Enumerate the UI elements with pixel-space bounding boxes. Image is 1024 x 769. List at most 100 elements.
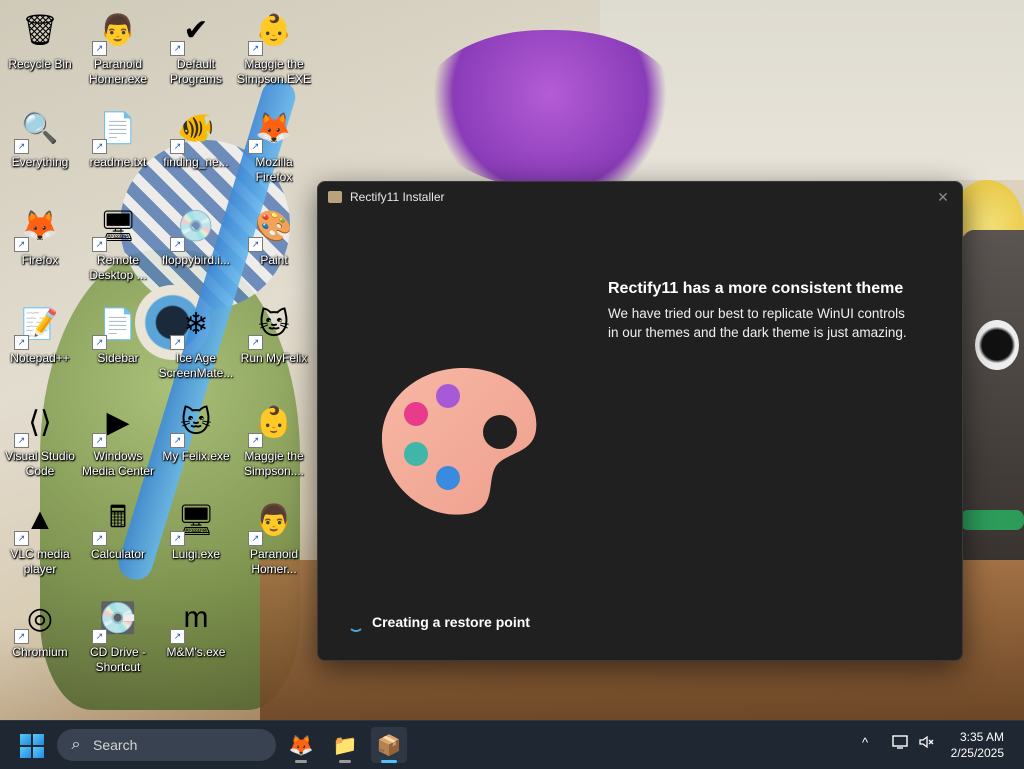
felix-cat-icon: 🐱 ↗ (248, 300, 298, 350)
desktop-icon-label: floppybird.i... (161, 253, 231, 267)
shortcut-arrow-icon: ↗ (170, 531, 185, 546)
search-placeholder: Search (93, 737, 138, 753)
progress-spinner-icon (348, 616, 364, 632)
start-button[interactable] (20, 734, 44, 758)
chevron-up-icon[interactable]: ^ (862, 735, 868, 750)
desktop-icon[interactable]: 👶 ↗ Maggie the Simpson.... (234, 398, 314, 479)
volume-muted-icon[interactable] (918, 734, 934, 753)
desktop-icon[interactable]: m ↗ M&M's.exe (156, 594, 236, 660)
default-programs-icon: ✔ ↗ (170, 6, 220, 56)
desktop-icon[interactable]: 👨 ↗ Paranoid Homer... (234, 496, 314, 577)
maggie-icon: 👶 ↗ (248, 6, 298, 56)
desktop-icon[interactable]: 🦊 ↗ Firefox (0, 202, 80, 268)
page-description: We have tried our best to replicate WinU… (608, 306, 907, 340)
shortcut-arrow-icon: ↗ (170, 629, 185, 644)
taskbar-clock[interactable]: 3:35 AM 2/25/2025 (951, 729, 1004, 761)
desktop-icon-label: Windows Media Center (81, 449, 155, 478)
desktop-icon-label: Ice Age ScreenMate... (158, 351, 234, 380)
notepad-plus-plus-icon: 📝 ↗ (14, 300, 64, 350)
desktop-icon-label: VLC media player (10, 547, 70, 576)
taskbar-firefox[interactable]: 🦊 (283, 727, 319, 763)
desktop-icon-label: M&M's.exe (166, 645, 226, 659)
firefox-icon: 🦊 (288, 734, 314, 757)
window-titlebar[interactable]: Rectify11 Installer (318, 182, 962, 212)
shortcut-arrow-icon: ↗ (92, 433, 107, 448)
desktop-icon[interactable]: 👶 ↗ Maggie the Simpson.EXE (234, 6, 314, 87)
mms-icon: m ↗ (170, 594, 220, 644)
desktop-icon-label: Notepad++ (10, 351, 70, 365)
shortcut-arrow-icon: ↗ (248, 531, 263, 546)
media-center-icon: ▶ ↗ (92, 398, 142, 448)
disc-image-icon: 💿 ↗ (170, 202, 220, 252)
paint-palette-icon (381, 368, 537, 515)
installer-window[interactable]: Rectify11 Installer ✕ Rectify11 has a mo… (317, 181, 963, 661)
desktop-icon-label: Maggie the Simpson.... (243, 449, 305, 478)
running-indicator (339, 760, 351, 763)
desktop-icon[interactable]: 📄 ↗ Sidebar (78, 300, 158, 366)
status-text: Creating a restore point (372, 614, 530, 630)
desktop-icon[interactable]: 🗑 Recycle Bin (0, 6, 80, 72)
desktop-icon[interactable]: ✔ ↗ Default Programs (156, 6, 236, 87)
wallpaper-raccoon-eye (975, 320, 1019, 370)
taskbar-search-box[interactable]: ⌕ Search (57, 729, 276, 761)
desktop-icon-label: Sidebar (97, 351, 139, 365)
shortcut-arrow-icon: ↗ (170, 41, 185, 56)
paint-icon: 🎨 ↗ (248, 202, 298, 252)
felix-cat-icon: 🐱 ↗ (170, 398, 220, 448)
desktop-icon[interactable]: ▶ ↗ Windows Media Center (78, 398, 158, 479)
desktop-icon-label: Luigi.exe (171, 547, 221, 561)
cd-drive-icon: 💽 ↗ (92, 594, 142, 644)
desktop-icon-label: CD Drive - Shortcut (90, 645, 146, 674)
desktop-icon[interactable]: 🐱 ↗ Run MyFelix (234, 300, 314, 366)
desktop-icon[interactable]: 🐠 ↗ finding_ne... (156, 104, 236, 170)
desktop-icon[interactable]: 👨 ↗ Paranoid Homer.exe (78, 6, 158, 87)
shortcut-arrow-icon: ↗ (170, 237, 185, 252)
desktop-icon[interactable]: 🔍 ↗ Everything (0, 104, 80, 170)
desktop-icon-label: Paint (260, 253, 288, 267)
desktop-icon[interactable]: 📄 ↗ readme.txt (78, 104, 158, 170)
desktop-icon[interactable]: 📝 ↗ Notepad++ (0, 300, 80, 366)
taskbar: ⌕ Search 🦊 📁 📦 ^ 3:35 AM 2/25/2025 (0, 720, 1024, 769)
desktop-icon[interactable]: ⟨⟩ ↗ Visual Studio Code (0, 398, 80, 479)
desktop-icon[interactable]: 🖥 ↗ Remote Desktop ... (78, 202, 158, 283)
desktop-icon-label: Everything (11, 155, 69, 169)
network-icon[interactable] (892, 734, 908, 753)
ice-age-icon: ❄ ↗ (170, 300, 220, 350)
installer-icon: 📦 (376, 734, 402, 757)
wallpaper-feather (420, 30, 680, 190)
desktop-icon-label: Recycle Bin (8, 57, 72, 71)
homer-icon: 👨 ↗ (248, 496, 298, 546)
desktop-icon-label: Remote Desktop ... (89, 253, 147, 282)
shortcut-arrow-icon: ↗ (14, 433, 29, 448)
calculator-icon: 🖩 ↗ (92, 496, 142, 546)
desktop-icon[interactable]: 💽 ↗ CD Drive - Shortcut (78, 594, 158, 675)
desktop-icon[interactable]: ◎ ↗ Chromium (0, 594, 80, 660)
homer-icon: 👨 ↗ (92, 6, 142, 56)
desktop-icon[interactable]: 🐱 ↗ My Felix.exe (156, 398, 236, 464)
shortcut-arrow-icon: ↗ (92, 335, 107, 350)
desktop-icon[interactable]: ▲ ↗ VLC media player (0, 496, 80, 577)
desktop-icon[interactable]: 🖥 ↗ Luigi.exe (156, 496, 236, 562)
close-icon[interactable]: ✕ (934, 188, 952, 206)
taskbar-file-explorer[interactable]: 📁 (327, 727, 363, 763)
desktop-icon[interactable]: 🖩 ↗ Calculator (78, 496, 158, 562)
shortcut-arrow-icon: ↗ (248, 139, 263, 154)
desktop-icon-label: Default Programs (169, 57, 222, 86)
shortcut-arrow-icon: ↗ (248, 237, 263, 252)
desktop-icon-label: Mozilla Firefox (255, 155, 293, 184)
window-title: Rectify11 Installer (350, 190, 445, 204)
desktop-icon[interactable]: 🦊 ↗ Mozilla Firefox (234, 104, 314, 185)
desktop-icon[interactable]: 🎨 ↗ Paint (234, 202, 314, 268)
shortcut-arrow-icon: ↗ (92, 41, 107, 56)
desktop-icon[interactable]: 💿 ↗ floppybird.i... (156, 202, 236, 268)
shortcut-arrow-icon: ↗ (248, 41, 263, 56)
nemo-icon: 🐠 ↗ (170, 104, 220, 154)
chromium-icon: ◎ ↗ (14, 594, 64, 644)
shortcut-arrow-icon: ↗ (14, 531, 29, 546)
desktop-icon[interactable]: ❄ ↗ Ice Age ScreenMate... (156, 300, 236, 381)
desktop-icon-label: Paranoid Homer.exe (88, 57, 148, 86)
wallpaper-sky (600, 0, 1024, 180)
page-headline: Rectify11 has a more consistent theme (608, 280, 904, 297)
running-indicator (381, 760, 397, 763)
taskbar-rectify11-installer[interactable]: 📦 (371, 727, 407, 763)
